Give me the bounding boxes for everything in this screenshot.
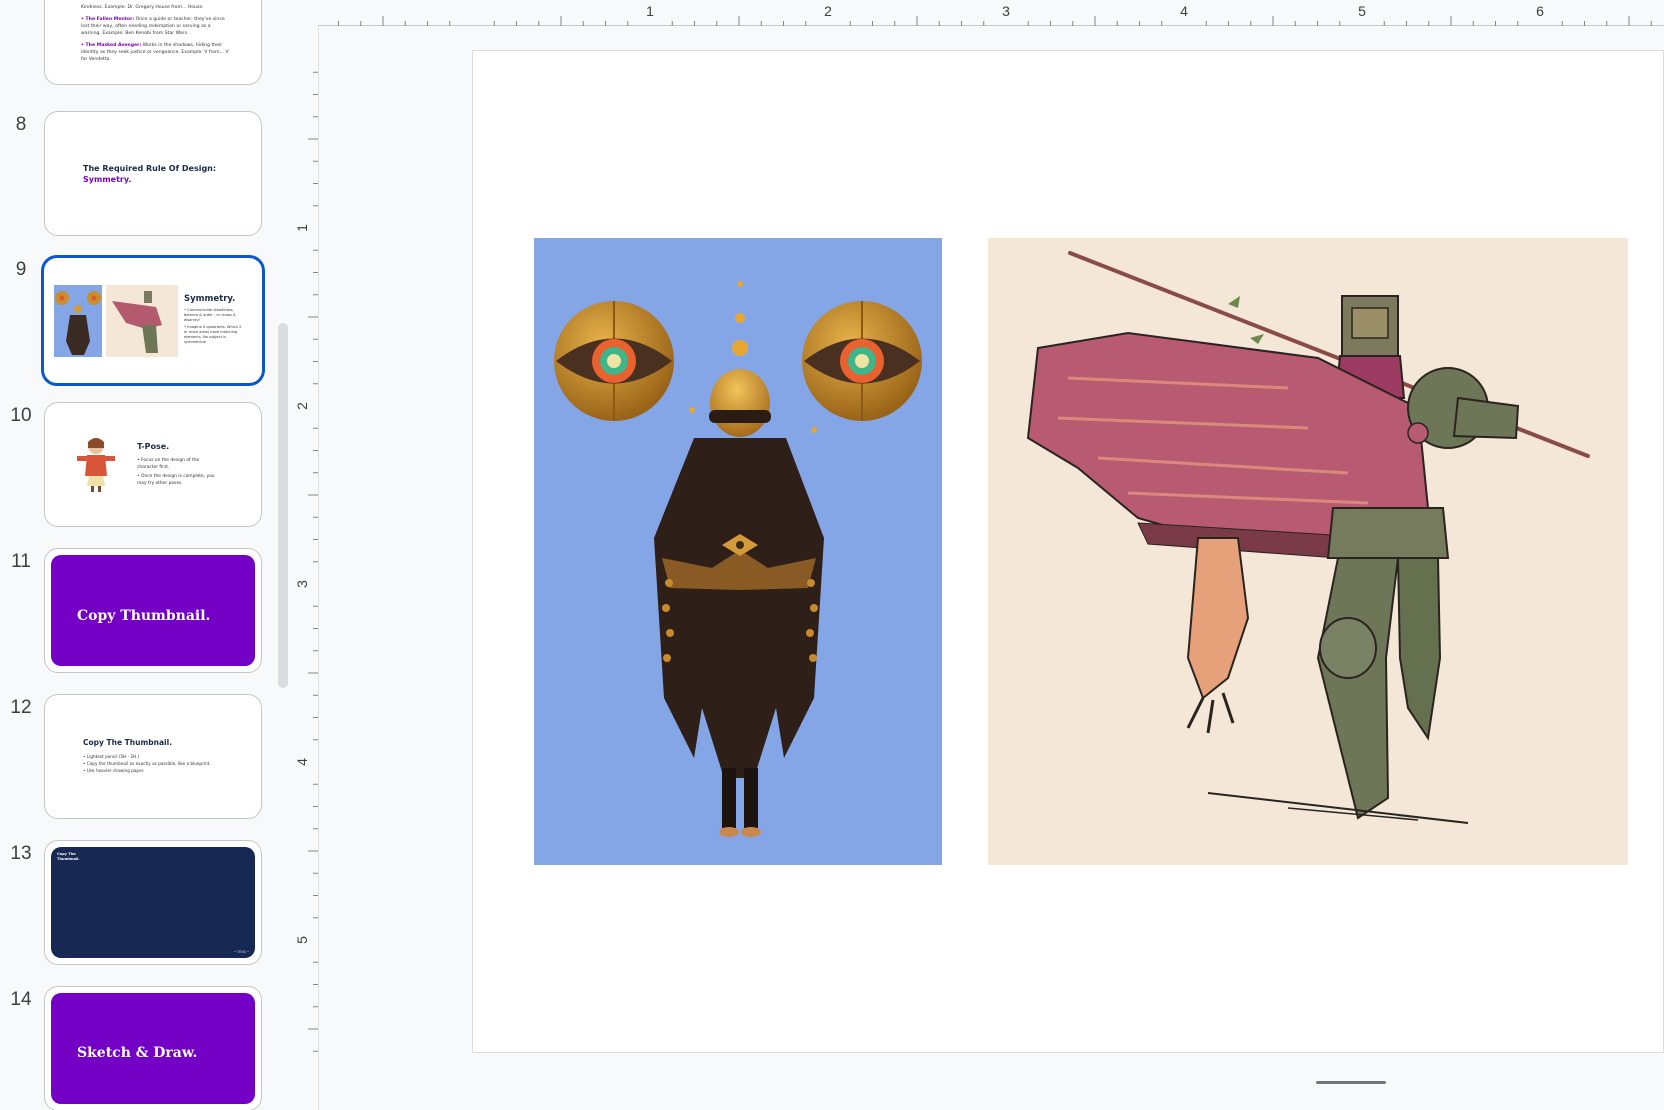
vertical-ruler[interactable]: 1 2 3 4 5 xyxy=(290,26,318,1056)
ruler-label: 3 xyxy=(294,580,310,588)
slide-number: 8 xyxy=(15,114,27,135)
masked-figure-artwork xyxy=(554,281,922,837)
slide-number: 11 xyxy=(11,551,31,572)
ruler-label: 2 xyxy=(294,402,310,410)
thumb-title: T-Pose. xyxy=(137,442,170,451)
ruler-label: 5 xyxy=(1358,3,1366,19)
thumb-tpose-character xyxy=(77,438,115,492)
slide-thumbnail[interactable]: Sketch & Draw. xyxy=(44,986,262,1110)
thumb-title: The Required Rule Of Design: xyxy=(83,164,217,173)
slide-number: 9 xyxy=(15,259,27,280)
filmstrip-scrollbar[interactable] xyxy=(278,323,288,688)
slide-number: 10 xyxy=(10,405,32,426)
thumb-bullet: • Once the design is complete, you may t… xyxy=(137,474,215,486)
ruler-label: 5 xyxy=(294,936,310,944)
slide-number: 14 xyxy=(10,989,32,1010)
horizontal-ruler[interactable]: 1 2 3 4 5 6 xyxy=(318,0,1664,26)
ruler-label: 4 xyxy=(294,758,310,766)
thumb-text-line: • The Masked Avenger: Works in the shado… xyxy=(81,43,229,62)
ruler-label: 1 xyxy=(294,224,310,232)
ruler-label: 4 xyxy=(1180,3,1188,19)
ruler-label: 1 xyxy=(646,3,654,19)
slide-thumbnail[interactable]: The Required Rule Of Design: Symmetry. xyxy=(44,111,262,236)
slide-thumbnail[interactable]: Copy The Thumbnail. • Lightest pencil (5… xyxy=(44,694,262,819)
slide-thumbnail[interactable]: T-Pose. • Focus on the design of the cha… xyxy=(44,402,262,527)
thumb-bullet: • Communicate steadiness, balance & orde… xyxy=(184,308,236,322)
armored-knight-image[interactable] xyxy=(988,238,1628,865)
thumb-image-knight xyxy=(106,285,178,357)
slide-thumbnail-selected[interactable]: Symmetry. • Communicate steadiness, bala… xyxy=(41,255,265,386)
slide-thumbnail[interactable]: Copy Thumbnail. xyxy=(44,548,262,673)
slide-number: 12 xyxy=(10,697,32,718)
thumb-bullet: • Focus on the design of the character f… xyxy=(137,458,200,470)
thumb-title: Copy The Thumbnail. xyxy=(83,738,173,747)
thumb-bullet: • Imagine 4 quadrants. Which 2 or more a… xyxy=(184,325,242,344)
thumb-image-figure xyxy=(54,285,102,357)
thumb-title-accent: Symmetry. xyxy=(83,175,132,184)
slide-thumbnail[interactable]: Kindness. Example: Dr. Gregory House fro… xyxy=(44,0,262,85)
thumb-bullet: • Copy the thumbnail as exactly as possi… xyxy=(83,761,211,766)
thumb-title: Sketch & Draw. xyxy=(77,1045,198,1061)
slides-editor: Kindness. Example: Dr. Gregory House fro… xyxy=(0,0,1664,1110)
slide-thumbnail[interactable]: Copy The Thumbnail. • TENS • xyxy=(44,840,262,965)
ruler-label: 6 xyxy=(1536,3,1544,19)
thumb-text-line: • The Fallen Mentor: Once a guide or tea… xyxy=(81,17,225,36)
thumb-title: Copy Thumbnail. xyxy=(77,608,211,624)
notes-resize-handle[interactable] xyxy=(1316,1081,1386,1084)
slide-number: 13 xyxy=(10,843,32,864)
ruler-label: 3 xyxy=(1002,3,1010,19)
thumb-footer: • TENS • xyxy=(233,950,249,954)
slide-filmstrip[interactable]: Kindness. Example: Dr. Gregory House fro… xyxy=(0,0,290,1110)
thumb-bullet: • Lightest pencil (5H - 2H.) xyxy=(83,754,140,759)
thumb-title: Copy The Thumbnail. xyxy=(57,852,80,861)
armored-knight-artwork xyxy=(1026,251,1590,824)
thumb-bullet: • Use heavier drawing paper. xyxy=(83,768,145,773)
thumb-title: Symmetry. xyxy=(184,294,236,304)
masked-figure-image[interactable] xyxy=(534,238,942,865)
ruler-label: 2 xyxy=(824,3,832,19)
thumb-text-line: Kindness. Example: Dr. Gregory House fro… xyxy=(81,5,204,10)
